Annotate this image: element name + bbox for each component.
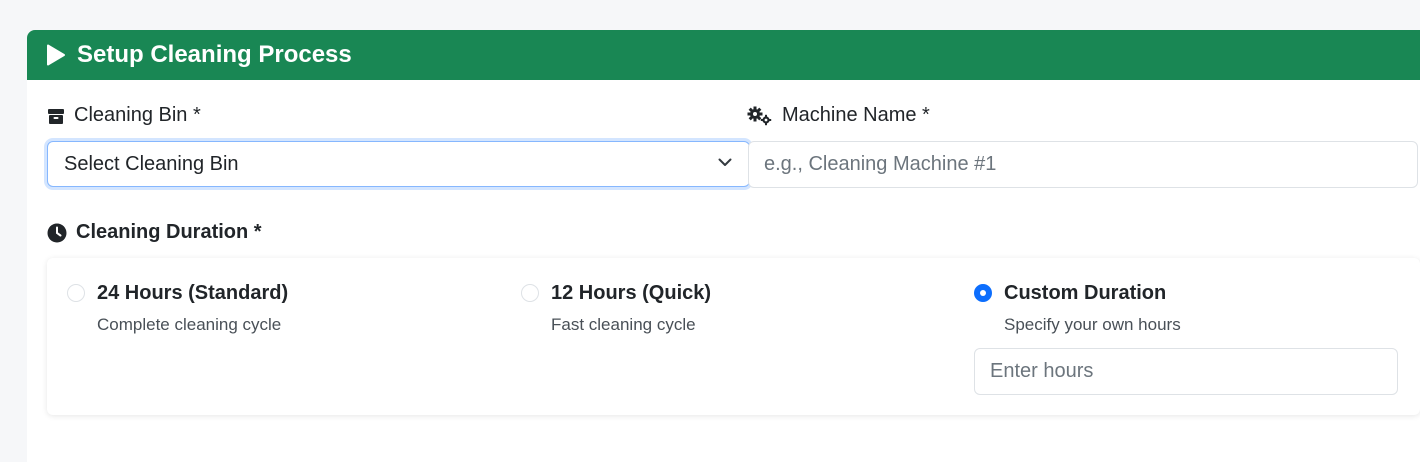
setup-card: Setup Cleaning Process Cleaning Bin * Se… [27, 30, 1420, 462]
cleaning-duration-label: Cleaning Duration * [47, 221, 262, 244]
cleaning-bin-label: Cleaning Bin * [47, 104, 201, 127]
option-desc: Fast cleaning cycle [551, 315, 696, 334]
option-desc: Complete cleaning cycle [97, 315, 282, 334]
clock-icon [47, 223, 67, 243]
gears-icon [747, 106, 773, 126]
chevron-down-icon [717, 153, 733, 176]
duration-options: 24 Hours (Standard) Complete cleaning cy… [47, 258, 1420, 415]
option-24-hours[interactable]: 24 Hours (Standard) Complete cleaning cy… [47, 258, 501, 415]
play-icon [46, 44, 68, 66]
radio-12-hours[interactable] [521, 284, 539, 302]
machine-name-input[interactable] [748, 141, 1418, 188]
radio-custom-duration[interactable] [974, 284, 992, 302]
box-icon [47, 107, 65, 125]
option-title: 12 Hours (Quick) [551, 282, 712, 304]
option-custom-duration[interactable]: Custom Duration Specify your own hours [954, 258, 1420, 415]
radio-24-hours[interactable] [67, 284, 85, 302]
machine-name-label: Machine Name * [747, 104, 930, 127]
card-title: Setup Cleaning Process [77, 41, 352, 68]
option-desc: Specify your own hours [1004, 315, 1181, 334]
card-header: Setup Cleaning Process [27, 30, 1420, 80]
option-title: Custom Duration [1004, 282, 1167, 304]
custom-hours-input[interactable] [974, 348, 1398, 395]
cleaning-bin-select[interactable]: Select Cleaning Bin [47, 141, 750, 187]
cleaning-bin-selected: Select Cleaning Bin [64, 152, 239, 175]
option-title: 24 Hours (Standard) [97, 282, 289, 304]
option-12-hours[interactable]: 12 Hours (Quick) Fast cleaning cycle [501, 258, 955, 415]
